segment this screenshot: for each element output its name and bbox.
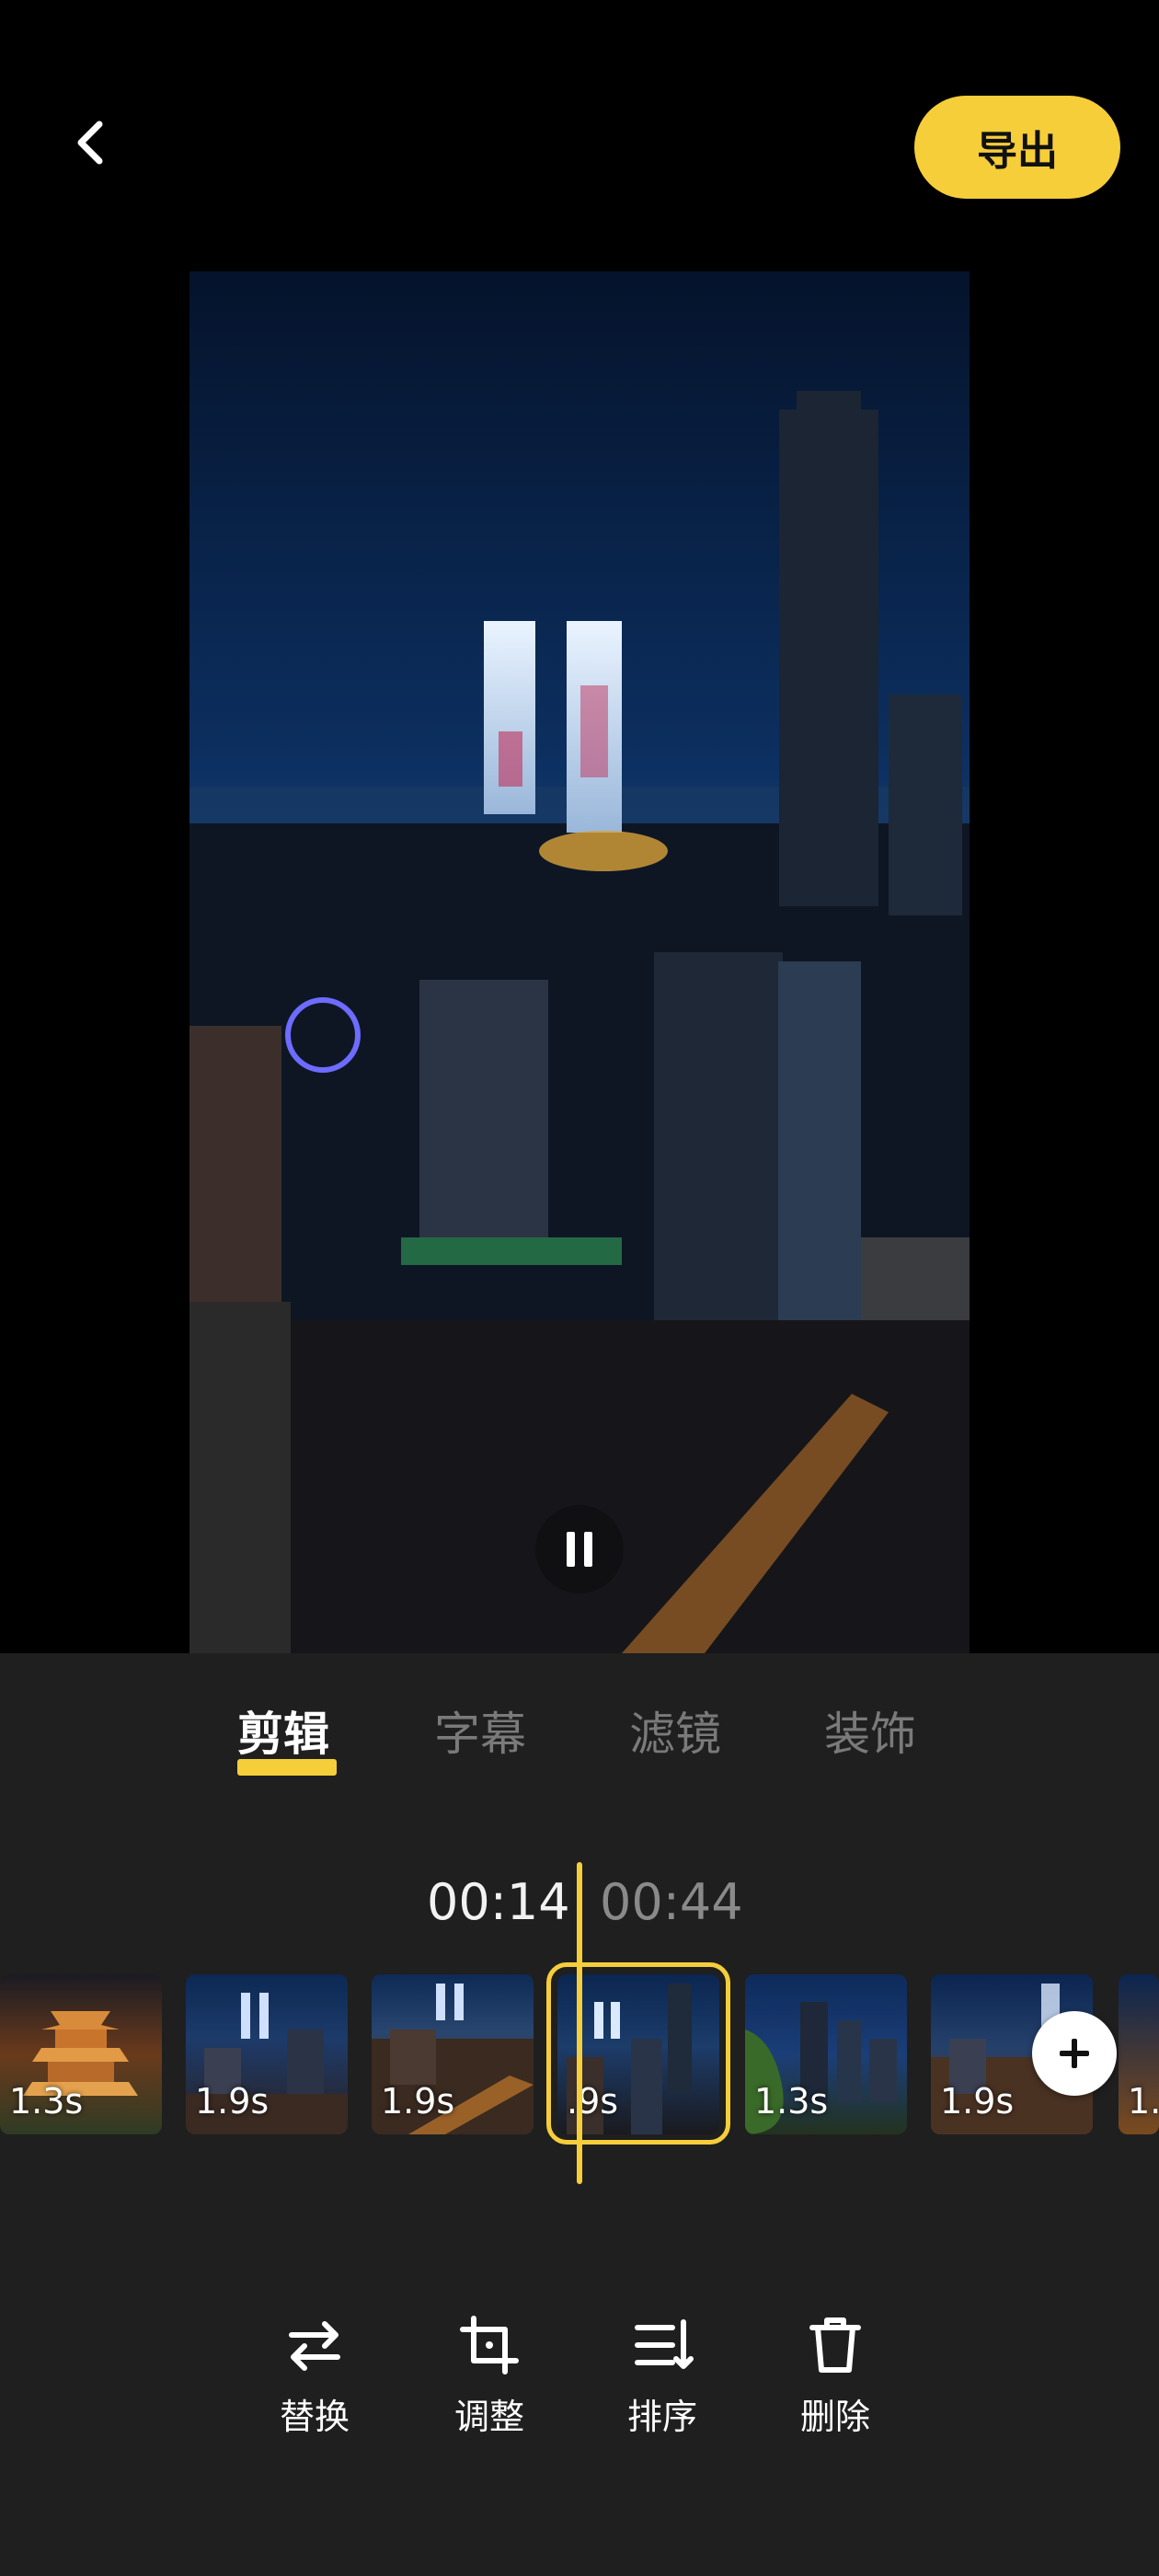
- clip-duration: .9s: [567, 2081, 619, 2122]
- current-time: 00:14: [427, 1873, 570, 1931]
- crop-icon: [460, 2316, 519, 2375]
- pause-button[interactable]: [535, 1505, 624, 1593]
- clip-duration: 1.: [1128, 2081, 1159, 2122]
- export-button[interactable]: 导出: [914, 96, 1120, 199]
- timeline-clip[interactable]: 1.: [1119, 1974, 1159, 2134]
- delete-button[interactable]: 删除: [780, 2313, 890, 2437]
- timeline-clip[interactable]: 1.3s: [745, 1974, 907, 2134]
- chevron-left-icon: [77, 121, 103, 165]
- trash-icon: [809, 2317, 861, 2373]
- clip-duration: 1.3s: [9, 2081, 84, 2122]
- replace-button[interactable]: 替换: [259, 2313, 370, 2437]
- tab-edit[interactable]: 剪辑: [237, 1697, 329, 1762]
- timeline-clip[interactable]: 1.9s: [186, 1974, 348, 2134]
- tab-subtitles[interactable]: 字幕: [434, 1697, 526, 1762]
- delete-label: 删除: [799, 2397, 870, 2437]
- adjust-label: 调整: [453, 2397, 524, 2437]
- clip-duration: 1.9s: [381, 2081, 455, 2122]
- sort-label: 排序: [626, 2397, 697, 2437]
- pause-icon: [567, 1532, 592, 1567]
- replace-label: 替换: [279, 2397, 350, 2437]
- adjust-button[interactable]: 调整: [434, 2313, 545, 2437]
- clip-duration: 1.9s: [195, 2081, 270, 2122]
- top-bar: 导出: [0, 0, 1159, 271]
- back-button[interactable]: [55, 106, 129, 179]
- clip-duration: 1.9s: [940, 2081, 1015, 2122]
- city-night-preview-image: [189, 271, 970, 1653]
- total-time: 00:44: [600, 1873, 743, 1931]
- timeline-clip[interactable]: 1.9s: [372, 1974, 534, 2134]
- sort-icon: [635, 2319, 694, 2369]
- add-clip-button[interactable]: [1032, 2011, 1117, 2096]
- sort-button[interactable]: 排序: [607, 2313, 717, 2437]
- swap-icon: [289, 2321, 340, 2371]
- clip-duration: 1.3s: [754, 2081, 829, 2122]
- active-tab-indicator: [237, 1759, 337, 1776]
- video-preview[interactable]: [189, 271, 970, 1653]
- plus-icon: [1060, 2039, 1089, 2068]
- tab-filters[interactable]: 滤镜: [629, 1697, 721, 1762]
- tab-decorations[interactable]: 装饰: [824, 1697, 916, 1762]
- timeline-playhead[interactable]: [577, 1862, 582, 2184]
- timeline-clip[interactable]: 1.3s: [0, 1974, 162, 2134]
